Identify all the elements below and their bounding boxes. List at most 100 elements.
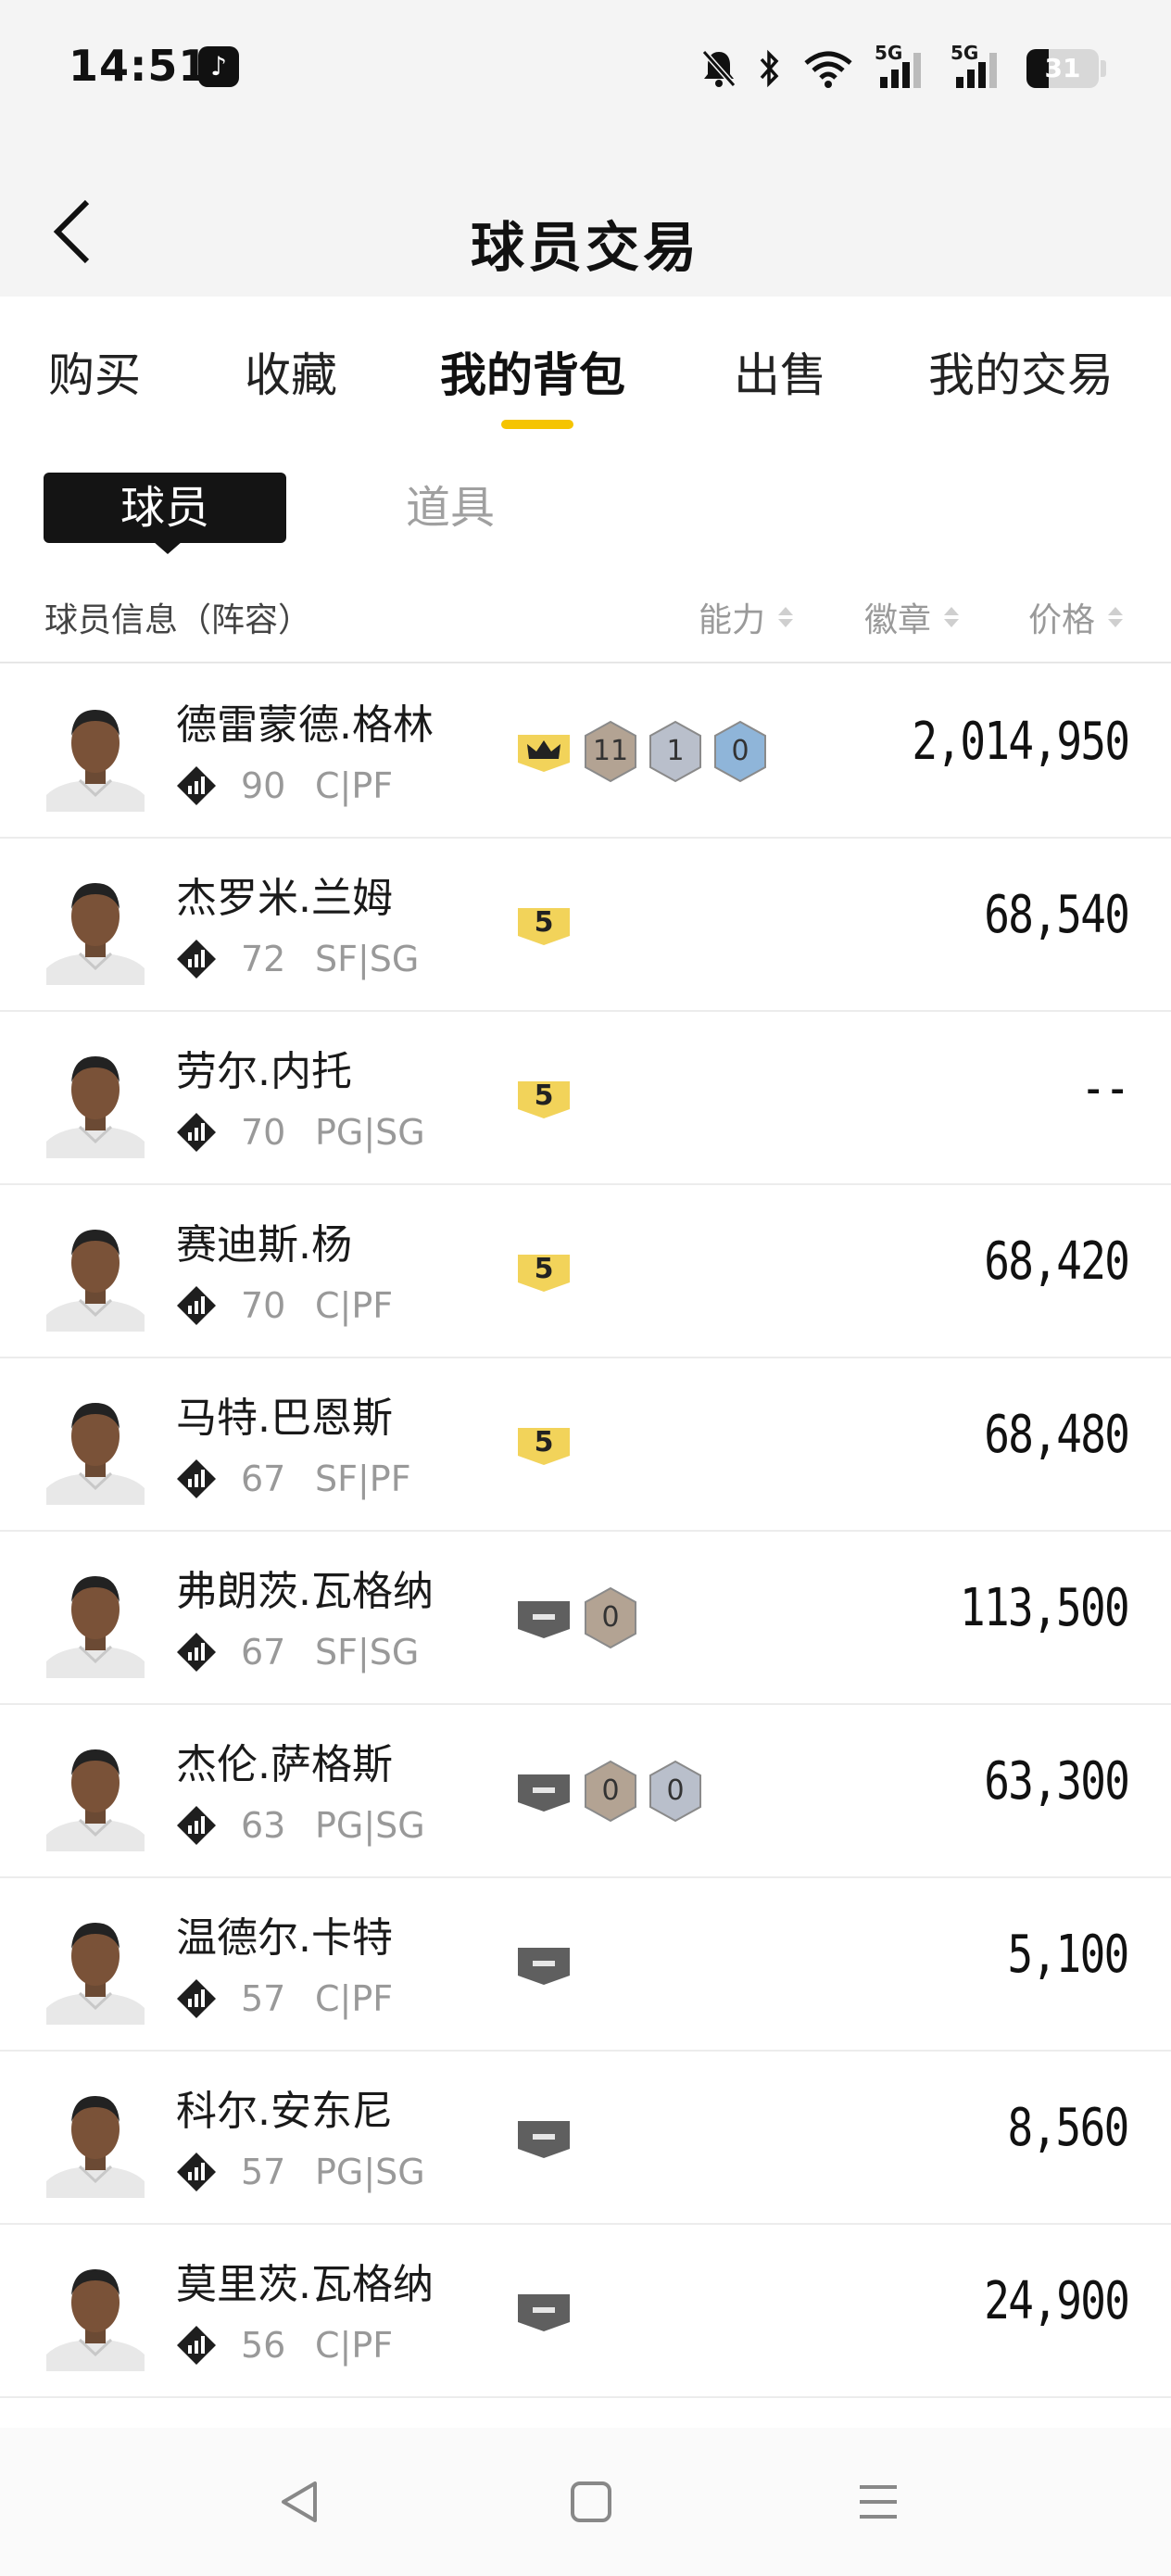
rating-diamond-icon (177, 1806, 216, 1845)
battery-level: 31 (1044, 53, 1081, 83)
player-price: 68,540 (983, 885, 1130, 945)
player-meta: 63 PG|SG (176, 1805, 425, 1846)
home-square-icon[interactable] (563, 2474, 619, 2530)
player-price: -- (1079, 1058, 1130, 1118)
rating-diamond-icon (177, 2326, 216, 2365)
tab-my-trades[interactable]: 我的交易 (928, 338, 1114, 405)
player-meta: 70 PG|SG (176, 1112, 425, 1153)
rating-diamond-icon (177, 1113, 216, 1152)
battery-cap (1101, 60, 1106, 77)
tier-level: 5 (534, 1080, 554, 1112)
bluetooth-icon (760, 49, 779, 88)
player-row[interactable]: 科尔.安东尼 57 PG|SG 8,560 (0, 2052, 1171, 2225)
player-rating: 70 (241, 1285, 286, 1326)
player-position: C|PF (315, 1285, 394, 1326)
player-avatar (46, 2269, 145, 2371)
player-rating: 90 (241, 765, 286, 806)
player-badges: 5 (514, 1412, 573, 1477)
main-tabs: 购买 收藏 我的背包 出售 我的交易 (0, 297, 1171, 436)
level-tier-badge: 5 (514, 1249, 573, 1294)
player-badges: 00 (514, 1759, 703, 1824)
player-rating: 67 (241, 1458, 286, 1499)
sort-arrows-icon (944, 607, 960, 627)
player-position: C|PF (315, 765, 394, 806)
player-name: 杰罗米.兰姆 (176, 875, 393, 922)
player-row[interactable]: 杰伦.萨格斯 63 PG|SG 0 0 63,300 (0, 1705, 1171, 1878)
tier-level: 5 (534, 906, 554, 939)
player-badges: 0 (514, 1585, 638, 1650)
menu-lines-icon[interactable] (850, 2474, 906, 2530)
gray-tier-icon (518, 1601, 570, 1638)
tab-sell[interactable]: 出售 (734, 338, 826, 405)
rating-diamond-icon (177, 2153, 216, 2191)
silver-badge-count: 0 (648, 1760, 703, 1823)
page-header: 球员交易 (0, 139, 1171, 297)
active-tab-indicator (501, 420, 573, 429)
subtab-items[interactable]: 道具 (406, 473, 495, 543)
player-rating: 70 (241, 1112, 286, 1153)
player-badges (514, 2105, 573, 2170)
player-meta: 56 C|PF (176, 2325, 393, 2366)
signal-5g-icon: 5G (951, 42, 1006, 92)
tiktok-icon: ♪ (198, 46, 239, 87)
player-name: 劳尔.内托 (176, 1048, 352, 1095)
back-triangle-icon[interactable] (272, 2474, 328, 2530)
subtab-pointer (153, 541, 183, 554)
player-row[interactable]: 赛迪斯.杨 70 C|PF 5 68,420 (0, 1185, 1171, 1358)
list-column-header: 球员信息（阵容） 能力 徽章 价格 (0, 575, 1171, 663)
sort-arrows-icon (778, 607, 794, 627)
tab-buy[interactable]: 购买 (48, 338, 141, 405)
player-row[interactable]: 劳尔.内托 70 PG|SG 5 -- (0, 1012, 1171, 1185)
gray-tier-icon (518, 1774, 570, 1812)
player-meta: 67 SF|PF (176, 1458, 411, 1499)
player-position: PG|SG (315, 2152, 425, 2192)
player-badges: 5 (514, 892, 573, 957)
player-row[interactable]: 马特.巴恩斯 67 SF|PF 5 68,480 (0, 1358, 1171, 1532)
player-name: 弗朗茨.瓦格纳 (176, 1568, 434, 1615)
player-badges: 11 1 0 (514, 719, 768, 784)
player-position: SF|PF (315, 1458, 411, 1499)
gray-tier-icon (518, 2121, 570, 2158)
player-badges (514, 2279, 573, 2343)
player-row[interactable]: 杰罗米.兰姆 72 SF|SG 5 68,540 (0, 839, 1171, 1012)
mute-bell-icon (701, 50, 737, 87)
sort-arrows-icon (1108, 607, 1124, 627)
gray-tier-icon (518, 1948, 570, 1985)
tab-my-backpack[interactable]: 我的背包 (440, 338, 625, 405)
sort-price-button[interactable]: 价格 (1028, 593, 1124, 641)
player-name: 温德尔.卡特 (176, 1914, 393, 1962)
player-price: 8,560 (1007, 2098, 1130, 2158)
player-name: 杰伦.萨格斯 (176, 1741, 393, 1788)
player-position: SF|SG (315, 939, 420, 979)
sort-ability-button[interactable]: 能力 (699, 593, 794, 641)
player-row[interactable]: 德雷蒙德.格林 90 C|PF 11 1 0 2,014,950 (0, 665, 1171, 839)
subtab-players[interactable]: 球员 (44, 473, 286, 543)
status-bar: 14:51 ♪ 5G 5G 31 (0, 0, 1171, 139)
signal-5g-icon: 5G (875, 42, 930, 92)
player-position: SF|SG (315, 1632, 420, 1673)
player-avatar (46, 1230, 145, 1332)
player-rating: 56 (241, 2325, 286, 2366)
player-position: C|PF (315, 1978, 394, 2019)
sort-badge-button[interactable]: 徽章 (864, 593, 960, 641)
player-name: 德雷蒙德.格林 (176, 701, 434, 749)
player-price: 113,500 (959, 1578, 1130, 1638)
player-rating: 67 (241, 1632, 286, 1673)
player-name: 莫里茨.瓦格纳 (176, 2261, 434, 2308)
player-price: 5,100 (1007, 1925, 1130, 1985)
player-row[interactable]: 弗朗茨.瓦格纳 67 SF|SG 0 113,500 (0, 1532, 1171, 1705)
bronze-badge-count: 0 (583, 1586, 638, 1649)
badge-count: 0 (666, 1774, 685, 1807)
badge-count: 0 (601, 1774, 620, 1807)
player-row[interactable]: 莫里茨.瓦格纳 56 C|PF 24,900 (0, 2225, 1171, 2398)
player-meta: 67 SF|SG (176, 1632, 419, 1673)
player-name: 马特.巴恩斯 (176, 1395, 393, 1442)
gray-tier-icon (518, 2294, 570, 2331)
system-nav-bar (0, 2428, 1171, 2576)
tab-favorites[interactable]: 收藏 (245, 338, 337, 405)
tier-level: 5 (534, 1426, 554, 1458)
rating-diamond-icon (177, 1459, 216, 1498)
player-avatar (46, 883, 145, 985)
player-row[interactable]: 温德尔.卡特 57 C|PF 5,100 (0, 1878, 1171, 2052)
column-price: 价格 (1028, 601, 1096, 639)
